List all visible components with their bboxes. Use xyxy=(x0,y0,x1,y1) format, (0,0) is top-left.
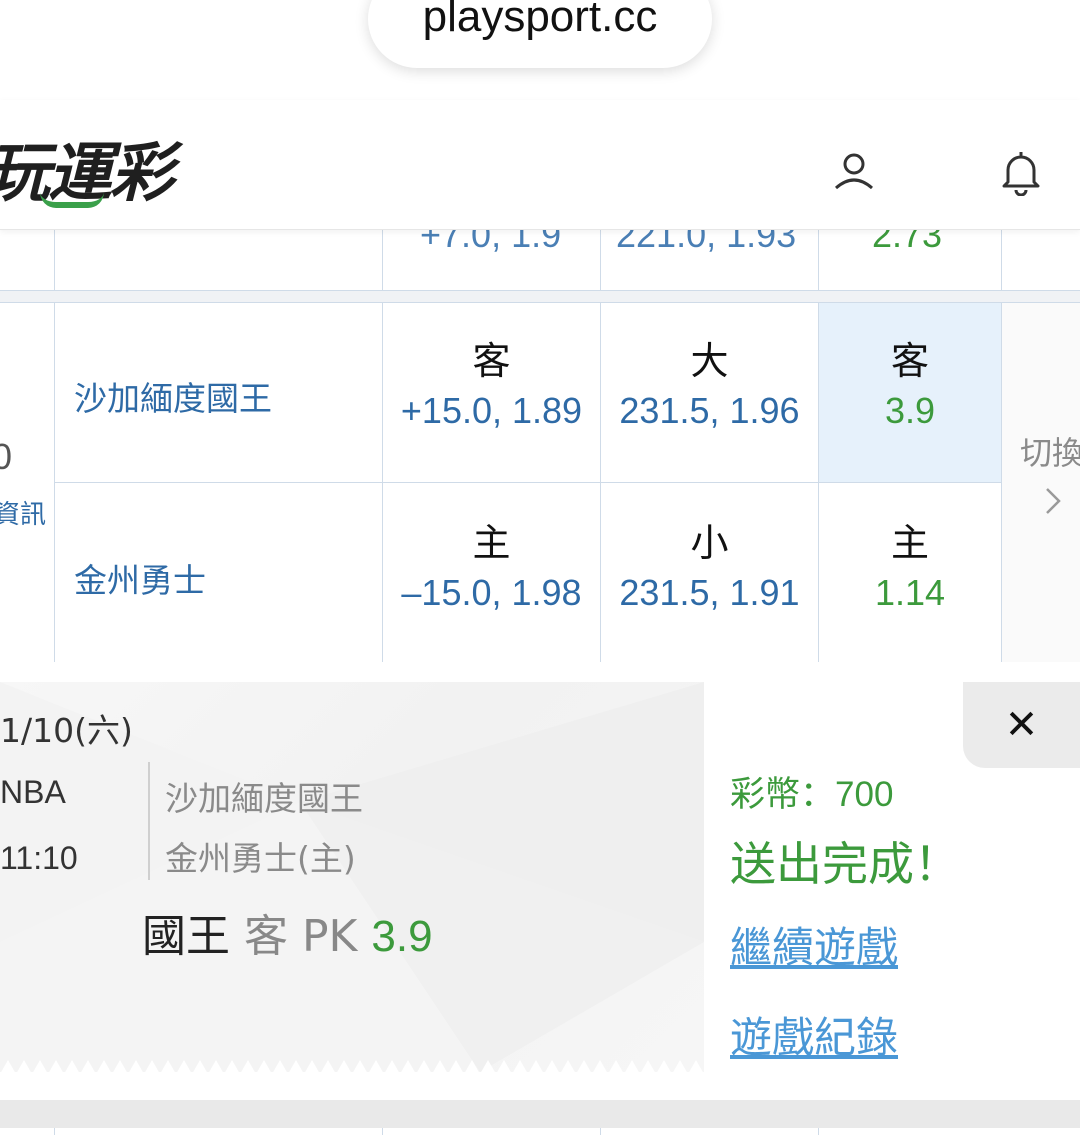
coins-balance: 彩幣：700 xyxy=(730,766,893,817)
ticket-home-team: 金州勇士(主) xyxy=(165,839,356,878)
away-total-cell[interactable]: 大 231.5, 1.96 xyxy=(601,336,818,436)
cell-odds: +15.0, 1.89 xyxy=(400,390,583,431)
bet-team: 國王 xyxy=(142,911,230,962)
cell-odds: 3.9 xyxy=(884,390,936,431)
cell-label: 客 xyxy=(890,339,929,383)
switch-column xyxy=(1001,302,1080,662)
game-time: 11:10 xyxy=(0,840,78,876)
home-moneyline-cell[interactable]: 主 1.14 xyxy=(819,518,1001,618)
ticket-away-team: 沙加緬度國王 xyxy=(165,779,363,818)
away-spread-cell[interactable]: 客 +15.0, 1.89 xyxy=(383,336,600,436)
site-header: 玩運彩 xyxy=(0,100,1080,230)
user-icon[interactable] xyxy=(832,150,876,194)
away-moneyline-cell[interactable]: 客 3.9 xyxy=(819,336,1001,436)
bell-icon[interactable] xyxy=(998,148,1044,196)
score-cut: 0 xyxy=(0,436,13,477)
continue-game-link[interactable]: 繼續遊戲 xyxy=(730,914,898,975)
cell-odds: –15.0, 1.98 xyxy=(401,572,582,613)
switch-button[interactable]: 切換 xyxy=(1020,428,1080,474)
ticket-zigzag-edge xyxy=(0,1060,704,1074)
cell-odds: 231.5, 1.96 xyxy=(619,390,800,431)
cell-label: 主 xyxy=(472,521,511,565)
next-row-separator xyxy=(0,1100,1080,1128)
submit-status: 送出完成！ xyxy=(730,837,960,891)
bet-summary: 國王 客 PK 3.9 xyxy=(142,900,433,964)
cell-label: 主 xyxy=(890,521,929,565)
cell-odds: 1.14 xyxy=(874,572,946,613)
home-spread-cell[interactable]: 主 –15.0, 1.98 xyxy=(383,518,600,618)
game-date: 1/10(六) xyxy=(0,711,133,750)
coins-value: 700 xyxy=(835,775,894,814)
logo-swoosh xyxy=(40,192,104,208)
home-team-name[interactable]: 金州勇士 xyxy=(74,554,206,602)
coins-label: 彩幣： xyxy=(730,775,836,815)
away-team-name[interactable]: 沙加緬度國王 xyxy=(74,372,272,420)
game-league: NBA xyxy=(0,774,66,810)
info-link[interactable]: 資訊 xyxy=(0,494,46,531)
cell-label: 客 xyxy=(472,339,511,383)
cell-odds: 231.5, 1.91 xyxy=(619,572,800,613)
bet-side: 客 PK xyxy=(244,911,358,962)
cell-label: 大 xyxy=(690,339,729,383)
cell-label: 小 xyxy=(690,521,729,565)
bet-odds: 3.9 xyxy=(371,912,433,961)
close-icon: ✕ xyxy=(1004,702,1039,748)
home-total-cell[interactable]: 小 231.5, 1.91 xyxy=(601,518,818,618)
ticket-divider xyxy=(148,762,150,880)
game-history-link[interactable]: 遊戲紀錄 xyxy=(730,1004,898,1065)
close-button[interactable]: ✕ xyxy=(963,682,1080,768)
chevron-right-icon[interactable] xyxy=(1044,486,1062,516)
